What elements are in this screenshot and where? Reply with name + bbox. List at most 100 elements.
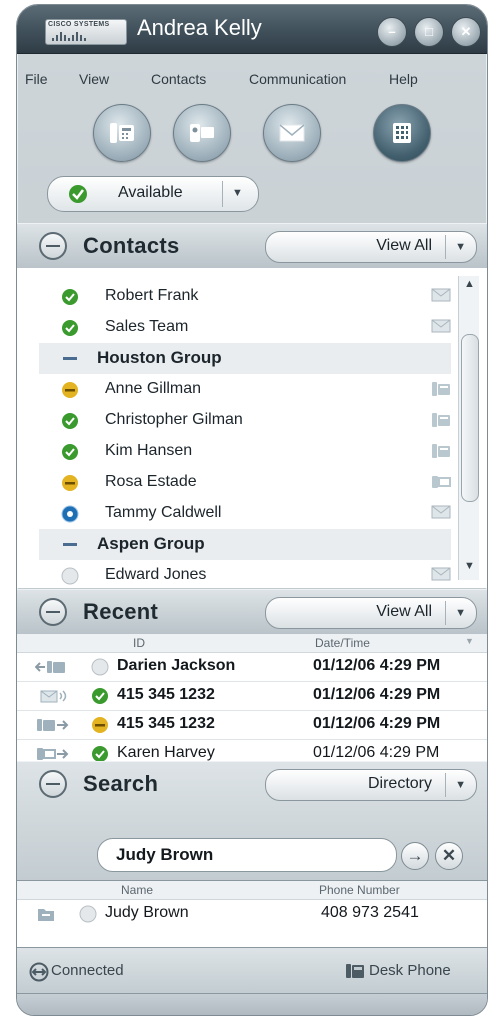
video-button[interactable]: [173, 104, 231, 162]
video-icon[interactable]: [431, 474, 451, 490]
contact-row[interactable]: Tammy Caldwell: [39, 498, 451, 529]
contact-row[interactable]: Kim Hansen: [39, 436, 451, 467]
search-scope-dropdown[interactable]: Directory ▼: [265, 769, 477, 801]
contact-name: Anne Gillman: [105, 380, 202, 397]
recent-datetime: 01/12/06 4:29 PM: [313, 686, 441, 703]
col-phone[interactable]: Phone Number: [319, 883, 400, 897]
contact-name: Edward Jones: [105, 566, 207, 583]
recent-datetime: 01/12/06 4:29 PM: [313, 744, 440, 761]
contacts-filter-label: View All: [376, 237, 432, 254]
scroll-down-icon[interactable]: ▼: [464, 560, 475, 572]
contacts-header: Contacts View All ▼: [17, 223, 487, 269]
result-name: Judy Brown: [105, 904, 189, 921]
recent-filter-dropdown[interactable]: View All ▼: [265, 597, 477, 629]
recent-datetime: 01/12/06 4:29 PM: [313, 715, 441, 732]
missed-call-icon: [35, 661, 65, 673]
contact-name: Rosa Estade: [105, 473, 197, 490]
recent-row[interactable]: 415 345 1232 01/12/06 4:29 PM: [17, 711, 487, 740]
contact-row[interactable]: Christopher Gilman: [39, 405, 451, 436]
email-icon[interactable]: [431, 567, 451, 581]
keypad-button[interactable]: [373, 104, 431, 162]
search-input[interactable]: [114, 843, 378, 867]
email-button[interactable]: [263, 104, 321, 162]
scroll-thumb[interactable]: [461, 334, 479, 502]
contact-row[interactable]: Sales Team: [39, 312, 451, 343]
status-available-icon: [92, 746, 108, 762]
desk-phone-icon: [110, 123, 134, 143]
menu-bar: File View Contacts Communication Help: [17, 71, 487, 91]
search-title: Search: [83, 771, 159, 796]
pill-separator: [445, 773, 446, 797]
email-icon: [279, 124, 305, 142]
collapse-search-icon[interactable]: [39, 770, 67, 798]
search-field[interactable]: [97, 838, 397, 872]
email-icon[interactable]: [431, 319, 451, 333]
group-name: Houston Group: [97, 348, 222, 367]
recent-id: Karen Harvey: [117, 744, 215, 761]
recent-id: 415 345 1232: [117, 715, 215, 732]
desk-phone-button[interactable]: [93, 104, 151, 162]
status-away-icon: [92, 717, 108, 733]
email-icon[interactable]: [431, 288, 451, 302]
restore-button[interactable]: □: [414, 17, 444, 47]
contacts-filter-dropdown[interactable]: View All ▼: [265, 231, 477, 263]
email-icon[interactable]: [431, 505, 451, 519]
directory-icon: [38, 909, 54, 921]
search-go-button[interactable]: →: [401, 842, 429, 870]
close-button[interactable]: ✕: [451, 17, 481, 47]
window-title: Andrea Kelly: [137, 15, 262, 40]
col-datetime[interactable]: Date/Time: [315, 636, 370, 650]
recent-filter-label: View All: [376, 603, 432, 620]
outgoing-video-icon: [37, 748, 69, 760]
contact-row[interactable]: Edward Jones: [39, 560, 451, 588]
status-offline-icon: [91, 658, 109, 676]
contacts-scrollbar[interactable]: ▲ ▼: [458, 276, 479, 580]
collapse-recent-icon[interactable]: [39, 598, 67, 626]
chevron-down-icon[interactable]: ▼: [455, 779, 466, 791]
menu-communication[interactable]: Communication: [249, 71, 346, 87]
chevron-down-icon[interactable]: ▼: [455, 607, 466, 619]
title-bar[interactable]: CISCO SYSTEMS Andrea Kelly – □ ✕: [17, 5, 487, 54]
search-result-row[interactable]: Judy Brown 408 973 2541: [17, 900, 487, 930]
collapse-group-icon[interactable]: [63, 357, 77, 360]
collapse-group-icon[interactable]: [63, 543, 77, 546]
status-dropdown[interactable]: Available ▼: [47, 176, 259, 212]
phone-icon[interactable]: [431, 381, 451, 397]
device-mode[interactable]: Desk Phone: [369, 962, 451, 979]
recent-row[interactable]: 415 345 1232 01/12/06 4:29 PM: [17, 682, 487, 711]
contact-row[interactable]: Rosa Estade: [39, 467, 451, 498]
status-bar: Connected Desk Phone: [17, 947, 487, 994]
group-row-aspen[interactable]: Aspen Group: [39, 529, 451, 560]
contact-row[interactable]: Anne Gillman: [39, 374, 451, 405]
chevron-down-icon[interactable]: ▼: [455, 241, 466, 253]
voicemail-icon: [40, 690, 67, 703]
outgoing-call-icon: [37, 719, 69, 731]
status-label: Available: [118, 184, 183, 201]
contact-name: Sales Team: [105, 318, 189, 335]
recent-id: 415 345 1232: [117, 686, 215, 703]
search-clear-button[interactable]: ✕: [435, 842, 463, 870]
recent-id: Darien Jackson: [117, 657, 236, 674]
phone-icon[interactable]: [431, 443, 451, 459]
col-id[interactable]: ID: [133, 636, 145, 650]
scroll-up-icon[interactable]: ▲: [464, 278, 475, 290]
recent-row[interactable]: Karen Harvey 01/12/06 4:29 PM: [17, 740, 487, 762]
recent-table: ID Date/Time ▼ Darien Jackson 01/12/06 4…: [17, 634, 487, 762]
status-offline-icon: [79, 905, 97, 923]
status-available-icon: [62, 444, 78, 460]
recent-row[interactable]: Darien Jackson 01/12/06 4:29 PM: [17, 653, 487, 682]
keypad-icon: [393, 123, 411, 143]
contact-row[interactable]: Robert Frank: [39, 281, 451, 312]
col-name[interactable]: Name: [121, 883, 153, 897]
group-row-houston[interactable]: Houston Group: [39, 343, 451, 374]
collapse-contacts-icon[interactable]: [39, 232, 67, 260]
menu-view[interactable]: View: [79, 71, 109, 87]
chevron-down-icon[interactable]: ▼: [232, 187, 243, 199]
sort-down-icon[interactable]: ▼: [465, 636, 474, 646]
minimize-button[interactable]: –: [377, 17, 407, 47]
menu-contacts[interactable]: Contacts: [151, 71, 206, 87]
status-available-icon: [62, 289, 78, 305]
menu-file[interactable]: File: [25, 71, 48, 87]
menu-help[interactable]: Help: [389, 71, 418, 87]
phone-icon[interactable]: [431, 412, 451, 428]
